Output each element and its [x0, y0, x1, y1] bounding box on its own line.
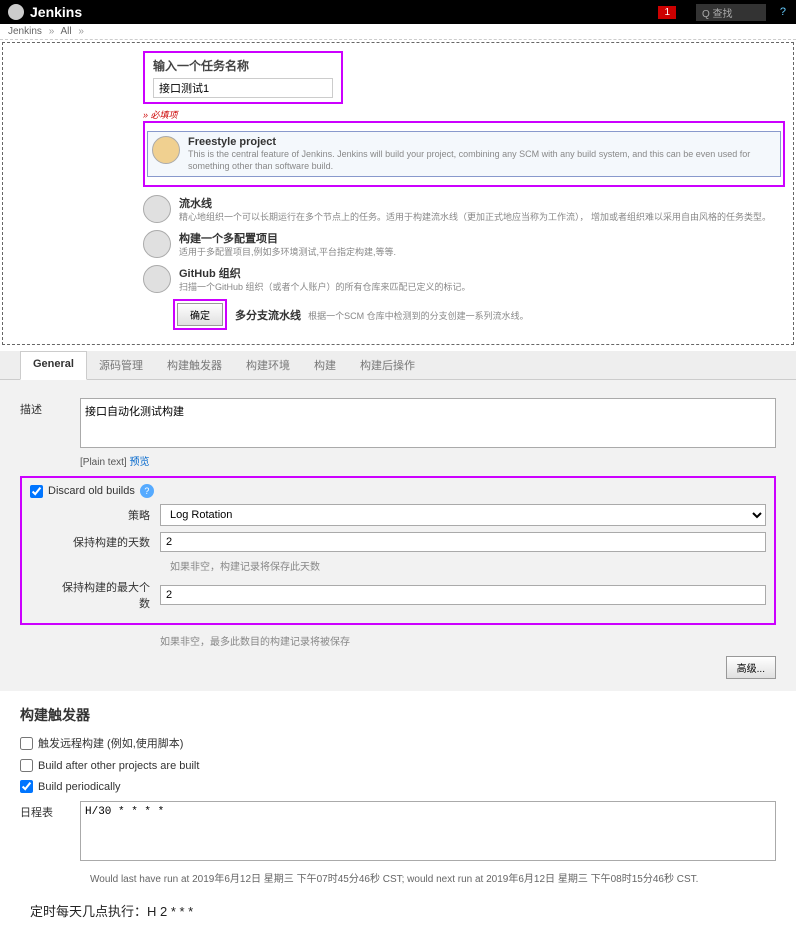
config-section: General 源码管理 构建触发器 构建环境 构建 构建后操作 描述 [Pla… — [0, 351, 796, 691]
alert-badge[interactable]: 1 — [658, 6, 676, 19]
schedule-input[interactable] — [80, 801, 776, 861]
freestyle-icon — [152, 136, 180, 164]
days-to-keep-label: 保持构建的天数 — [60, 534, 160, 550]
max-builds-input[interactable] — [160, 585, 766, 605]
discard-old-builds-checkbox[interactable] — [30, 485, 43, 498]
max-builds-label: 保持构建的最大个数 — [60, 579, 160, 611]
freestyle-name: Freestyle project — [188, 136, 776, 148]
pipeline-icon — [143, 195, 171, 223]
description-input[interactable] — [80, 398, 776, 448]
multibranch-desc: 根据一个SCM 仓库中检测到的分支创建一系列流水线。 — [308, 311, 529, 321]
trigger-after-other-checkbox[interactable] — [20, 759, 33, 772]
item-name-label: 输入一个任务名称 — [153, 57, 333, 74]
preview-link[interactable]: 预览 — [129, 457, 149, 468]
project-type-multibranch[interactable]: 确定 多分支流水线 根据一个SCM 仓库中检测到的分支创建一系列流水线。 — [143, 299, 785, 330]
help-icon[interactable]: ? — [780, 6, 786, 18]
plain-text-label: [Plain text] — [80, 457, 127, 468]
breadcrumb-separator: » — [78, 26, 84, 37]
new-item-section: 输入一个任务名称 » 必填项 Freestyle project This is… — [2, 42, 794, 345]
freestyle-highlight: Freestyle project This is the central fe… — [143, 121, 785, 187]
github-name: GitHub 组织 — [179, 265, 785, 281]
schedule-label: 日程表 — [20, 801, 80, 820]
project-type-github[interactable]: GitHub 组织 扫描一个GitHub 组织（或者个人账户）的所有仓库来匹配已… — [143, 265, 785, 294]
description-label: 描述 — [20, 398, 80, 417]
trigger-after-other-label: Build after other projects are built — [38, 760, 199, 772]
item-name-highlight: 输入一个任务名称 — [143, 51, 343, 104]
discard-highlight: Discard old builds ? 策略 Log Rotation 保持构… — [20, 476, 776, 625]
tab-general[interactable]: General — [20, 351, 87, 380]
trigger-periodically-checkbox[interactable] — [20, 780, 33, 793]
breadcrumb-separator: » — [49, 26, 55, 37]
days-hint: 如果非空，构建记录将保存此天数 — [170, 558, 766, 573]
build-triggers-section: 构建触发器 触发远程构建 (例如,使用脚本) Build after other… — [20, 705, 776, 885]
ok-button-highlight: 确定 — [173, 299, 227, 330]
multiconfig-name: 构建一个多配置项目 — [179, 230, 785, 246]
general-panel: 描述 [Plain text] 预览 Discard old builds ? … — [0, 380, 796, 691]
tab-env[interactable]: 构建环境 — [234, 351, 302, 379]
strategy-label: 策略 — [60, 507, 160, 523]
triggers-title: 构建触发器 — [20, 705, 776, 725]
days-to-keep-input[interactable] — [160, 532, 766, 552]
pipeline-name: 流水线 — [179, 195, 785, 211]
tab-triggers[interactable]: 构建触发器 — [155, 351, 234, 379]
bottom-note: 定时每天几点执行：H 2 * * * — [30, 901, 766, 920]
top-bar: Jenkins 1 Q 查找 ? — [0, 0, 796, 24]
freestyle-desc: This is the central feature of Jenkins. … — [188, 149, 776, 172]
ok-button[interactable]: 确定 — [177, 303, 223, 326]
config-tabs: General 源码管理 构建触发器 构建环境 构建 构建后操作 — [0, 351, 796, 380]
multibranch-name: 多分支流水线 — [235, 310, 301, 322]
tab-scm[interactable]: 源码管理 — [87, 351, 155, 379]
trigger-remote-checkbox[interactable] — [20, 737, 33, 750]
breadcrumb-item[interactable]: All — [60, 26, 71, 37]
advanced-button[interactable]: 高级... — [726, 656, 776, 679]
github-desc: 扫描一个GitHub 组织（或者个人账户）的所有仓库来匹配已定义的标记。 — [179, 282, 785, 294]
search-input[interactable]: Q 查找 — [696, 4, 766, 21]
required-hint: » 必填项 — [143, 108, 785, 121]
max-hint: 如果非空，最多此数目的构建记录将被保存 — [160, 633, 776, 648]
multiconfig-desc: 适用于多配置项目,例如多环境测试,平台指定构建,等等. — [179, 247, 785, 259]
multiconfig-icon — [143, 230, 171, 258]
breadcrumb-item[interactable]: Jenkins — [8, 26, 42, 37]
project-type-freestyle[interactable]: Freestyle project This is the central fe… — [147, 131, 781, 177]
plain-text-hint: [Plain text] 预览 — [80, 453, 776, 468]
jenkins-logo-icon — [8, 4, 24, 20]
tab-post[interactable]: 构建后操作 — [348, 351, 427, 379]
discard-old-builds-label: Discard old builds — [48, 485, 135, 497]
breadcrumb: Jenkins » All » — [0, 24, 796, 40]
github-icon — [143, 265, 171, 293]
trigger-remote-label: 触发远程构建 (例如,使用脚本) — [38, 735, 183, 751]
pipeline-desc: 精心地组织一个可以长期运行在多个节点上的任务。适用于构建流水线（更加正式地应当称… — [179, 212, 785, 224]
help-icon[interactable]: ? — [140, 484, 154, 498]
tab-build[interactable]: 构建 — [302, 351, 348, 379]
strategy-select[interactable]: Log Rotation — [160, 504, 766, 526]
project-type-multiconfig[interactable]: 构建一个多配置项目 适用于多配置项目,例如多环境测试,平台指定构建,等等. — [143, 230, 785, 259]
item-name-input[interactable] — [153, 78, 333, 98]
project-type-pipeline[interactable]: 流水线 精心地组织一个可以长期运行在多个节点上的任务。适用于构建流水线（更加正式… — [143, 195, 785, 224]
schedule-hint: Would last have run at 2019年6月12日 星期三 下午… — [90, 870, 776, 885]
trigger-periodically-label: Build periodically — [38, 781, 121, 793]
jenkins-logo-text: Jenkins — [30, 4, 82, 20]
